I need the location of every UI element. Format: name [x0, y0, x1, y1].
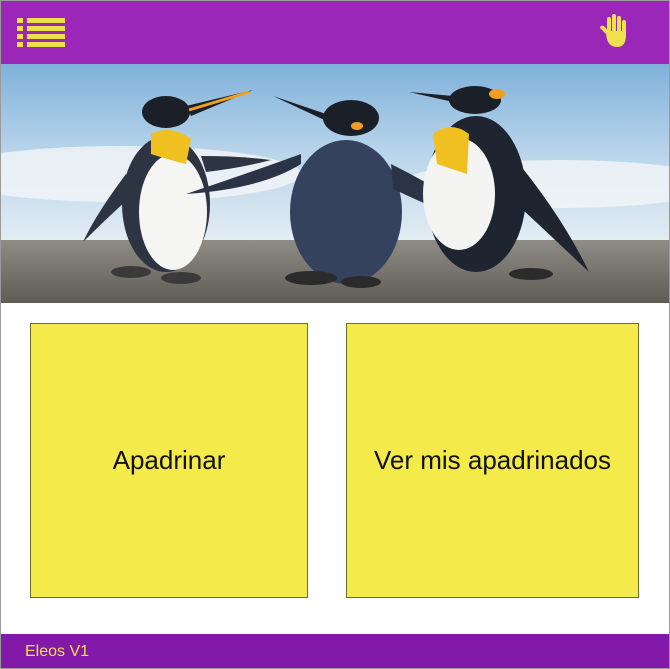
sponsor-tile-label: Apadrinar	[112, 445, 226, 475]
raised-hand-icon[interactable]	[598, 13, 630, 49]
sponsor-tile-button[interactable]: Apadrinar	[30, 323, 308, 598]
my-sponsored-tile-label: Ver mis apadrinados	[373, 445, 612, 475]
app-frame: Apadrinar Ver mis apadrinados Eleos V1	[0, 0, 670, 669]
app-version-label: Eleos V1	[25, 643, 90, 660]
menu-list-icon[interactable]	[17, 18, 65, 48]
hero-penguins-photo	[1, 64, 669, 303]
footer-bar: Eleos V1	[1, 634, 669, 668]
top-bar	[1, 1, 669, 64]
my-sponsored-tile-button[interactable]: Ver mis apadrinados	[346, 323, 639, 598]
